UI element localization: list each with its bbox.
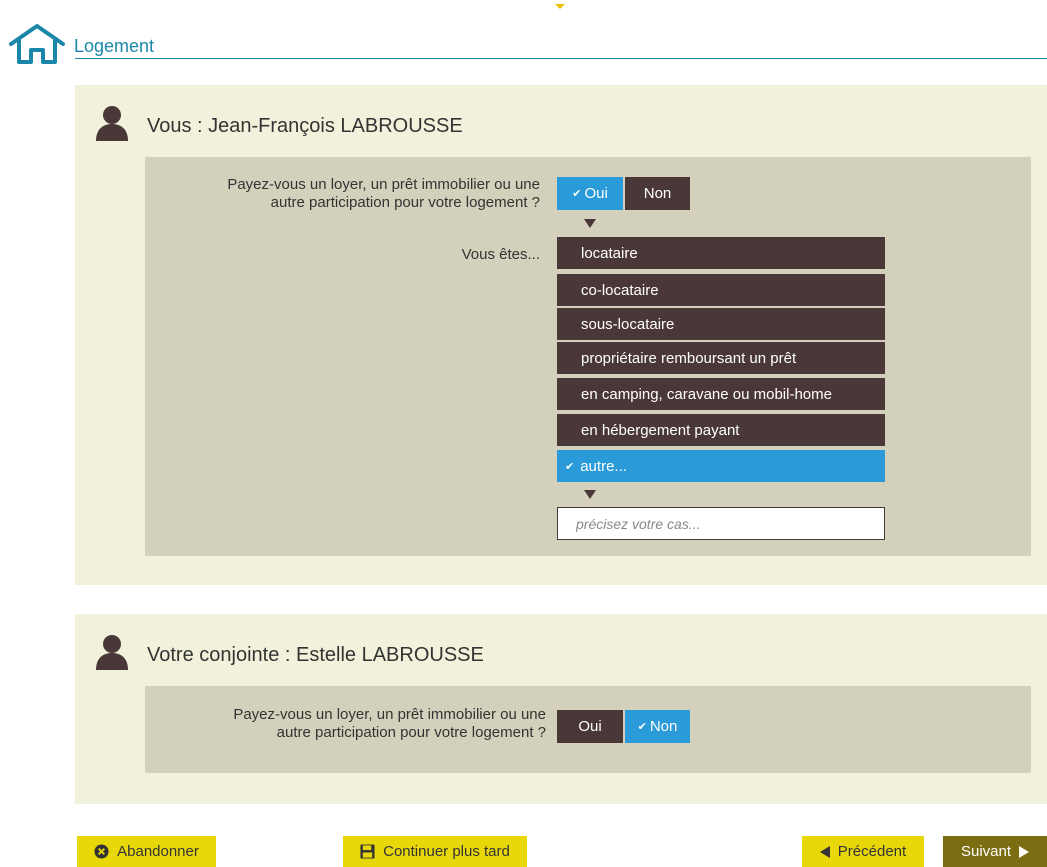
next-label: Suivant — [960, 843, 1012, 860]
scroll-indicator-icon — [555, 4, 565, 9]
person-name: Vous : Jean-François LABROUSSE — [147, 115, 463, 137]
previous-label: Précédent — [837, 843, 907, 860]
option-co-locataire[interactable]: co-locataire — [557, 274, 885, 306]
save-icon — [360, 844, 375, 859]
abandon-label: Abandonner — [117, 843, 199, 860]
check-icon: ✔ — [565, 460, 575, 473]
expand-arrow-icon — [584, 490, 596, 499]
no-button[interactable]: Non — [625, 177, 690, 210]
option-label: propriétaire remboursant un prêt — [581, 349, 797, 367]
person-name: Votre conjointe : Estelle LABROUSSE — [147, 644, 484, 666]
rent-question-line1: Payez-vous un loyer, un prêt immobilier … — [233, 706, 546, 723]
yes-label: Oui — [584, 185, 608, 202]
option-proprietaire[interactable]: propriétaire remboursant un prêt — [557, 342, 885, 374]
person-icon — [96, 635, 128, 670]
rent-question: Payez-vous un loyer, un prêt immobilier … — [150, 706, 546, 742]
option-locataire[interactable]: locataire — [557, 237, 885, 269]
no-button[interactable]: ✔ Non — [625, 710, 690, 743]
option-label: locataire — [581, 244, 638, 262]
option-label: sous-locataire — [581, 315, 675, 333]
close-circle-icon — [94, 844, 109, 859]
previous-button[interactable]: Précédent — [802, 836, 924, 867]
option-camping[interactable]: en camping, caravane ou mobil-home — [557, 378, 885, 410]
detail-input[interactable] — [557, 507, 885, 540]
option-label: co-locataire — [581, 281, 659, 299]
option-label: en hébergement payant — [581, 421, 740, 439]
option-sous-locataire[interactable]: sous-locataire — [557, 308, 885, 340]
rent-question-line2: autre participation pour votre logement … — [276, 724, 546, 741]
yes-button[interactable]: ✔ Oui — [557, 177, 623, 210]
rent-question-line2: autre participation pour votre logement … — [270, 194, 540, 211]
yes-label: Oui — [578, 718, 602, 735]
arrow-left-icon — [819, 845, 830, 858]
header-divider — [75, 58, 1047, 59]
save-later-button[interactable]: Continuer plus tard — [343, 836, 527, 867]
status-label: Vous êtes... — [461, 246, 540, 263]
rent-question: Payez-vous un loyer, un prêt immobilier … — [150, 176, 540, 212]
option-autre[interactable]: ✔ autre... — [557, 450, 885, 482]
abandon-button[interactable]: Abandonner — [77, 836, 216, 867]
section-title: Logement — [74, 36, 155, 56]
no-label: Non — [649, 718, 678, 735]
no-label: Non — [643, 185, 672, 202]
expand-arrow-icon — [584, 219, 596, 228]
save-later-label: Continuer plus tard — [383, 843, 510, 860]
next-button[interactable]: Suivant — [943, 836, 1047, 867]
check-icon: ✔ — [637, 721, 647, 733]
yes-button[interactable]: Oui — [557, 710, 623, 743]
option-label: en camping, caravane ou mobil-home — [581, 385, 832, 403]
arrow-right-icon — [1019, 845, 1030, 858]
rent-question-line1: Payez-vous un loyer, un prêt immobilier … — [227, 176, 540, 193]
check-icon: ✔ — [572, 188, 582, 200]
option-label: autre... — [580, 457, 627, 475]
person-icon — [96, 106, 128, 141]
house-icon — [9, 24, 65, 64]
option-hebergement[interactable]: en hébergement payant — [557, 414, 885, 446]
